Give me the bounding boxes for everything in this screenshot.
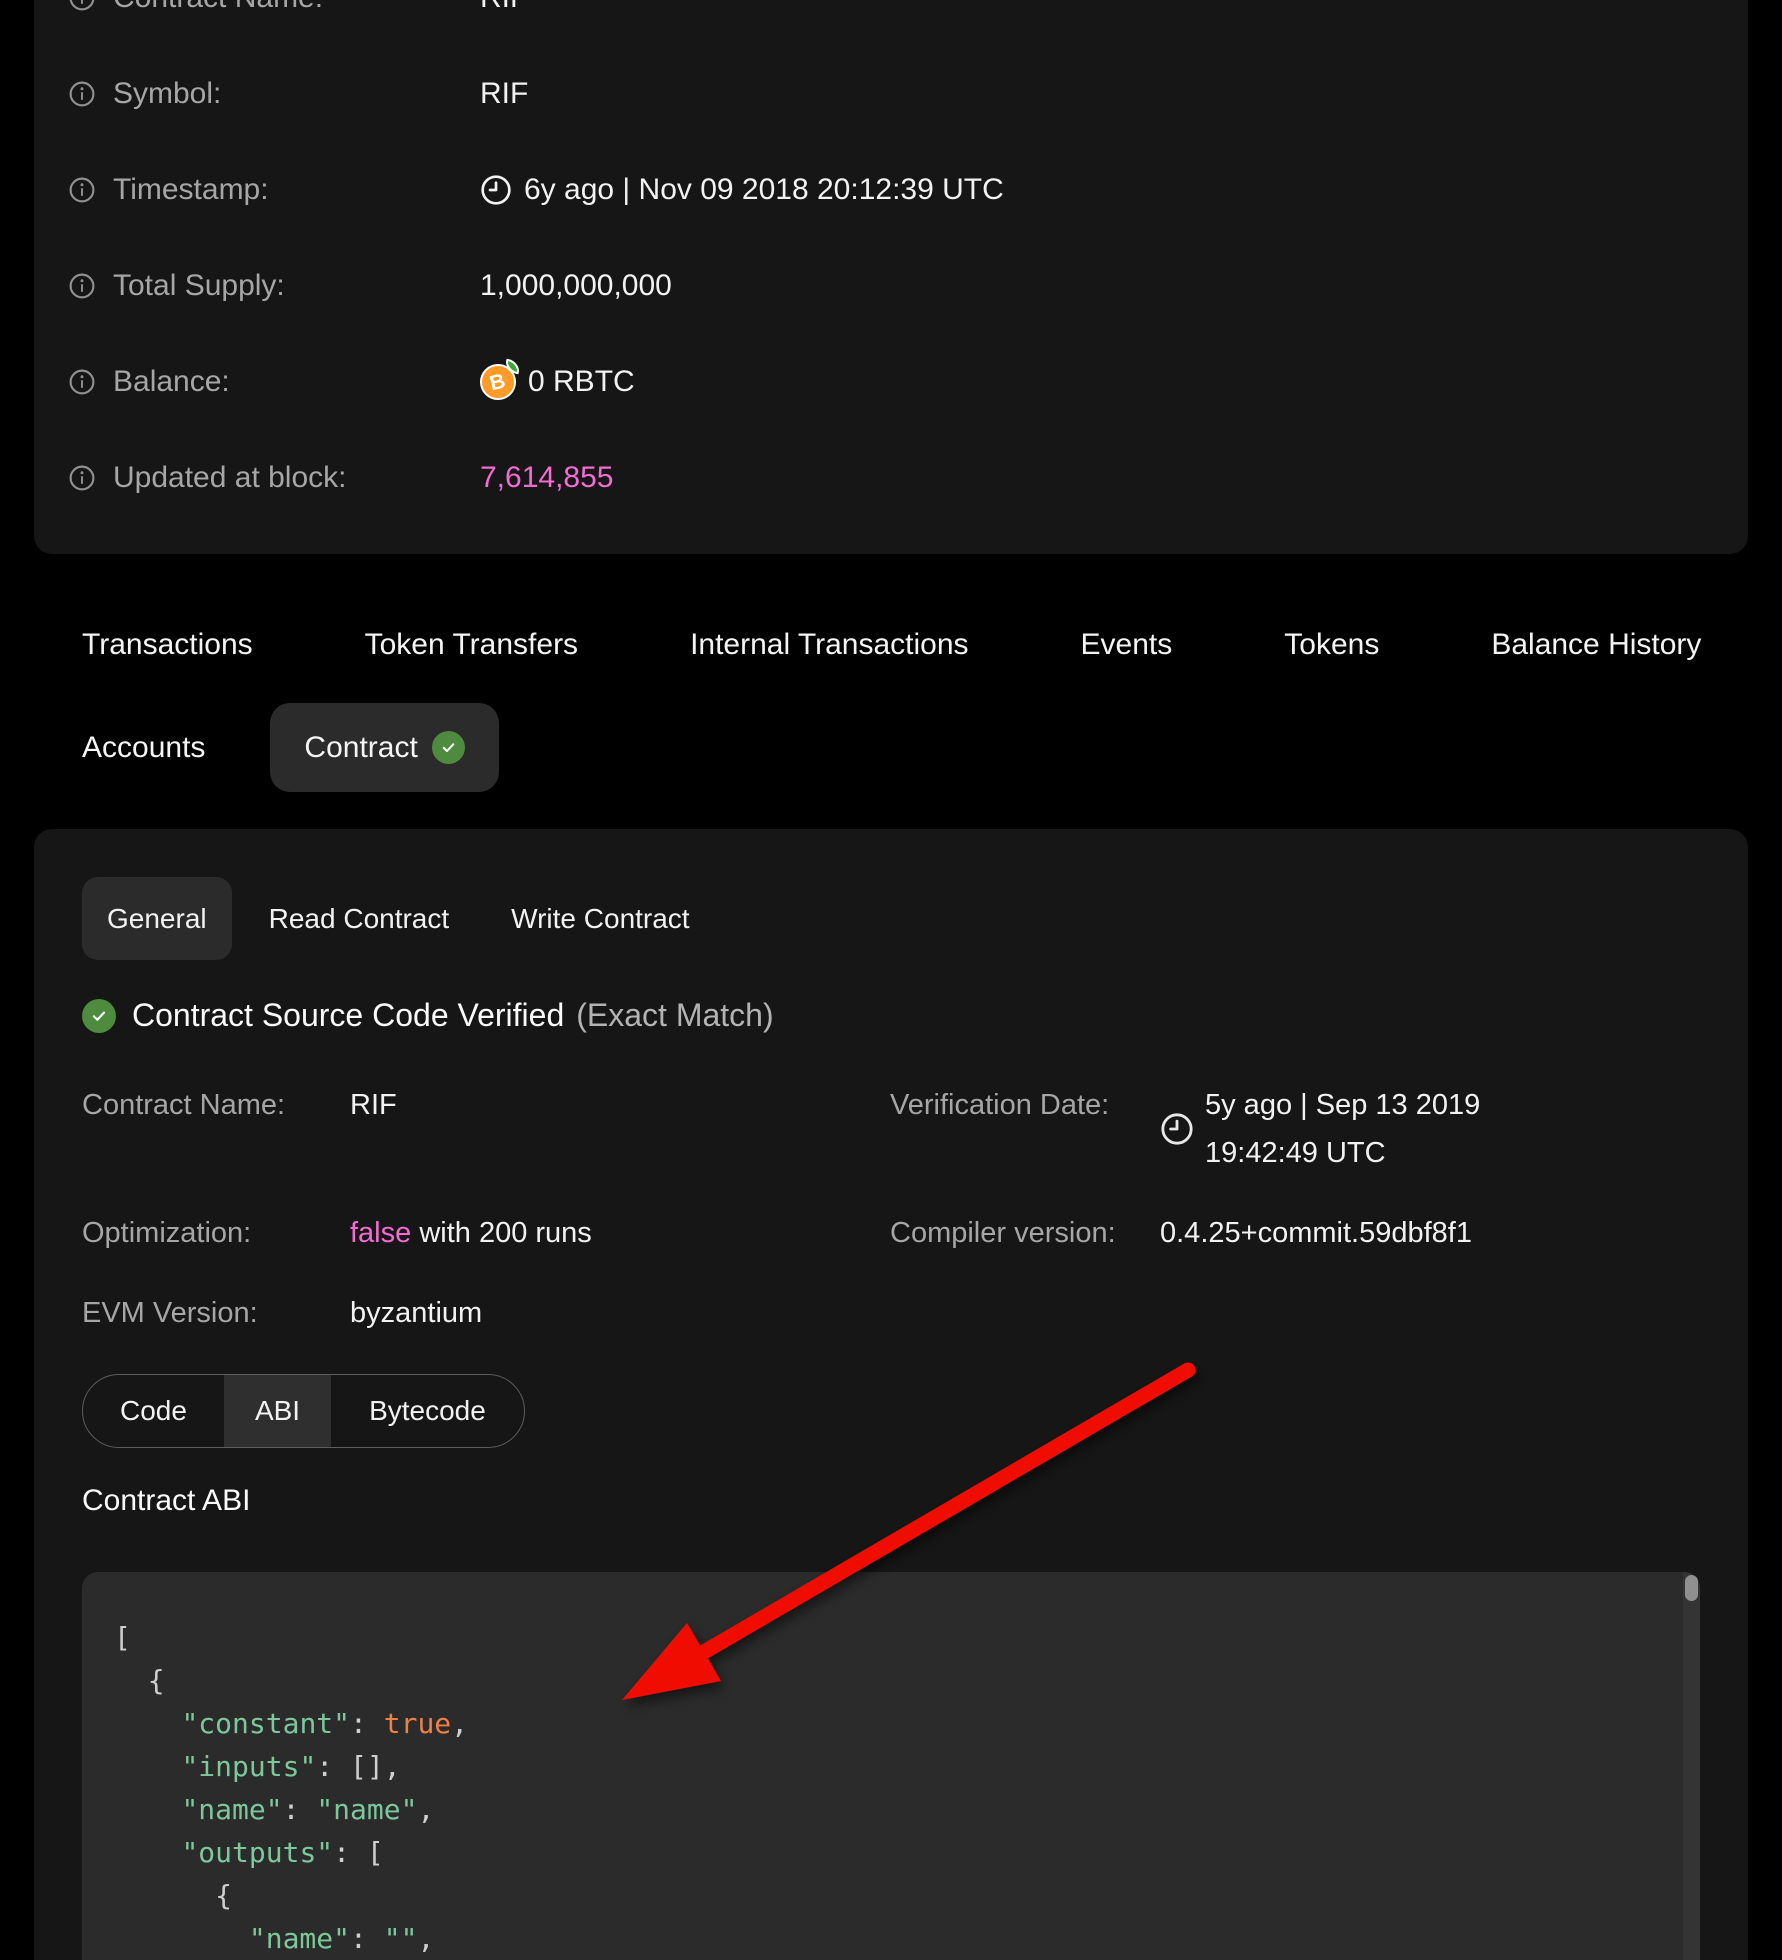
- tab-balance-history[interactable]: Balance History: [1491, 628, 1701, 662]
- detail-row-2: Optimization:false with 200 runs Compile…: [82, 1209, 1700, 1257]
- row-timestamp: Timestamp: 6y ago | Nov 09 2018 20:12:39…: [69, 170, 1700, 210]
- code-scrollbar-thumb[interactable]: [1685, 1575, 1698, 1601]
- clock-icon: [480, 174, 512, 206]
- code-line: "inputs": [],: [114, 1745, 1660, 1788]
- code-line: "name": "",: [114, 1917, 1660, 1960]
- tab-accounts[interactable]: Accounts: [82, 731, 205, 765]
- code-line: "name": "name",: [114, 1788, 1660, 1831]
- tab-contract-label: Contract: [304, 731, 417, 765]
- tab-tokens[interactable]: Tokens: [1284, 628, 1379, 662]
- abi-code-lines: [ { "constant": true, "inputs": [], "nam…: [114, 1616, 1660, 1960]
- detail-row-1: Contract Name:RIF Verification Date: 5y …: [82, 1081, 1700, 1129]
- tab-internal-transactions[interactable]: Internal Transactions: [690, 628, 968, 662]
- token-overview-card: Contract Name: RIF Symbol: RIF Timestamp…: [34, 0, 1748, 554]
- verified-banner: Contract Source Code Verified (Exact Mat…: [82, 997, 774, 1034]
- info-icon[interactable]: [69, 81, 95, 107]
- code-line: {: [114, 1874, 1660, 1917]
- info-icon[interactable]: [69, 369, 95, 395]
- field-label: Symbol:: [113, 77, 221, 111]
- tab-transactions[interactable]: Transactions: [82, 628, 253, 662]
- tab-events[interactable]: Events: [1081, 628, 1173, 662]
- timestamp-text: 6y ago | Nov 09 2018 20:12:39 UTC: [524, 173, 1004, 207]
- main-tab-bar-row2: Accounts Contract: [82, 703, 499, 792]
- verified-match-type: (Exact Match): [576, 997, 773, 1034]
- field-value: B 0 RBTC: [480, 364, 635, 400]
- verified-check-icon: [432, 731, 465, 764]
- optimization-flag: false: [350, 1217, 411, 1249]
- field-label: Contract Name:: [113, 0, 323, 15]
- segment-bytecode[interactable]: Bytecode: [331, 1375, 524, 1447]
- row-updated-at-block: Updated at block: 7,614,855: [69, 458, 1700, 498]
- verification-date-cell: Verification Date: 5y ago | Sep 13 2019 …: [890, 1081, 1585, 1177]
- optimization-runs: with 200 runs: [411, 1217, 592, 1249]
- evm-version-label: EVM Version:: [82, 1289, 350, 1337]
- subtab-read-contract[interactable]: Read Contract: [244, 877, 475, 960]
- field-value: 6y ago | Nov 09 2018 20:12:39 UTC: [480, 173, 1004, 207]
- info-icon[interactable]: [69, 177, 95, 203]
- abi-code-block[interactable]: [ { "constant": true, "inputs": [], "nam…: [82, 1572, 1700, 1960]
- compiler-cell: Compiler version: 0.4.25+commit.59dbf8f1: [890, 1209, 1472, 1257]
- tab-contract[interactable]: Contract: [270, 703, 498, 792]
- code-view-switcher: Code ABI Bytecode: [82, 1374, 525, 1448]
- evm-version-value: byzantium: [350, 1297, 482, 1329]
- token-contract-page: Contract Name: RIF Symbol: RIF Timestamp…: [0, 0, 1782, 1960]
- field-label: Total Supply:: [113, 269, 285, 303]
- balance-text: 0 RBTC: [528, 365, 635, 399]
- abi-heading: Contract ABI: [82, 1484, 250, 1518]
- code-line: "constant": true,: [114, 1702, 1660, 1745]
- info-icon[interactable]: [69, 465, 95, 491]
- field-value: RIF: [480, 77, 528, 111]
- info-icon[interactable]: [69, 0, 95, 11]
- subtab-write-contract[interactable]: Write Contract: [486, 877, 714, 960]
- compiler-value: 0.4.25+commit.59dbf8f1: [1160, 1209, 1472, 1257]
- tab-token-transfers[interactable]: Token Transfers: [365, 628, 578, 662]
- code-line: "outputs": [: [114, 1831, 1660, 1874]
- code-scrollbar[interactable]: [1683, 1572, 1700, 1960]
- verification-date-value: 5y ago | Sep 13 2019 19:42:49 UTC: [1205, 1081, 1585, 1177]
- row-symbol: Symbol: RIF: [69, 74, 1700, 114]
- field-label: Updated at block:: [113, 461, 346, 495]
- segment-code[interactable]: Code: [83, 1375, 224, 1447]
- contract-name-value: RIF: [350, 1089, 397, 1121]
- block-number-link[interactable]: 7,614,855: [480, 461, 613, 495]
- segment-abi[interactable]: ABI: [224, 1375, 331, 1447]
- detail-row-3: EVM Version:byzantium: [82, 1289, 1700, 1337]
- row-contract-name: Contract Name: RIF: [69, 0, 1700, 18]
- optimization-label: Optimization:: [82, 1209, 350, 1257]
- row-balance: Balance: B 0 RBTC: [69, 362, 1700, 402]
- main-tab-bar: Transactions Token Transfers Internal Tr…: [82, 628, 1701, 662]
- rbtc-coin-icon: B: [480, 364, 516, 400]
- field-value: RIF: [480, 0, 528, 15]
- info-icon[interactable]: [69, 273, 95, 299]
- clock-icon: [1160, 1112, 1194, 1146]
- compiler-label: Compiler version:: [890, 1209, 1160, 1257]
- verification-date-label: Verification Date:: [890, 1081, 1160, 1129]
- verified-check-icon: [82, 999, 116, 1033]
- contract-panel: General Read Contract Write Contract Con…: [34, 829, 1748, 1960]
- field-label: Balance:: [113, 365, 230, 399]
- field-value: 1,000,000,000: [480, 269, 672, 303]
- row-total-supply: Total Supply: 1,000,000,000: [69, 266, 1700, 306]
- subtab-general[interactable]: General: [82, 877, 232, 960]
- verified-title: Contract Source Code Verified: [132, 997, 564, 1034]
- contract-name-label: Contract Name:: [82, 1081, 350, 1129]
- code-line: {: [114, 1659, 1660, 1702]
- contract-subtabs: General Read Contract Write Contract: [82, 877, 715, 960]
- field-label: Timestamp:: [113, 173, 269, 207]
- code-line: [: [114, 1616, 1660, 1659]
